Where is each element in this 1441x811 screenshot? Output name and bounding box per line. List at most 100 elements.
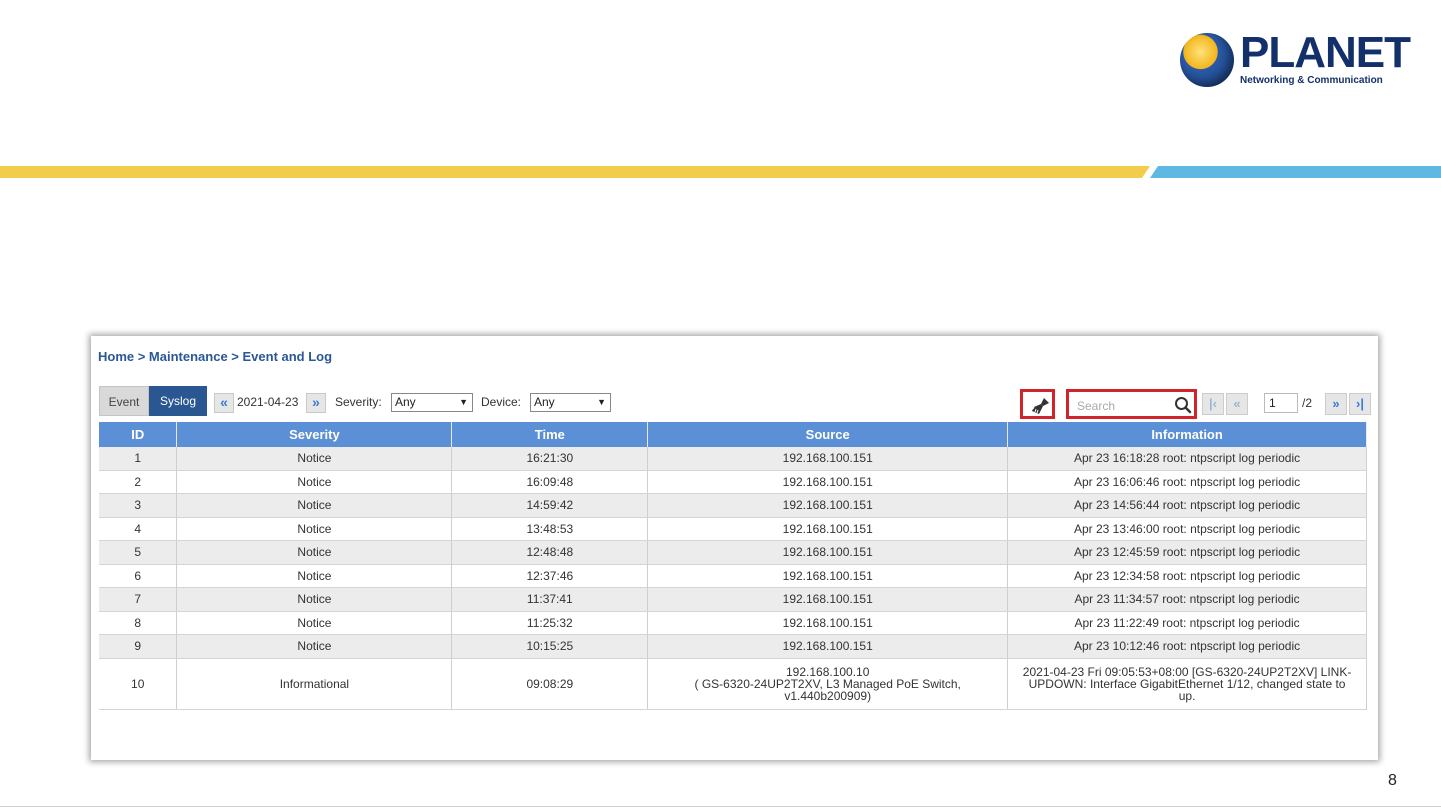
breadcrumb[interactable]: Home > Maintenance > Event and Log — [98, 349, 332, 364]
first-page-button[interactable]: |‹ — [1202, 393, 1224, 415]
cell-id: 4 — [99, 517, 178, 541]
device-select[interactable]: Any ▼ — [530, 393, 611, 412]
cell-time: 11:37:41 — [451, 587, 649, 612]
cell-information: Apr 23 11:22:49 root: ntpscript log peri… — [1007, 611, 1367, 635]
cell-id: 3 — [99, 493, 178, 518]
last-page-icon: ›| — [1356, 396, 1364, 411]
info-line: UPDOWN: Interface GigabitEthernet 1/12, … — [1028, 676, 1346, 691]
cell-information: Apr 23 11:34:57 root: ntpscript log peri… — [1007, 587, 1367, 612]
cell-time: 12:37:46 — [451, 564, 649, 588]
page-number-input[interactable]: 1 — [1264, 393, 1298, 413]
table-row[interactable]: 7 Notice 11:37:41 192.168.100.151 Apr 23… — [99, 587, 1367, 612]
event-log-panel: Home > Maintenance > Event and Log Event… — [91, 336, 1378, 760]
footer-divider — [0, 806, 1441, 807]
search-icon[interactable] — [1174, 396, 1192, 414]
prev-page-button[interactable]: « — [1226, 393, 1248, 415]
cell-id: 5 — [99, 540, 178, 565]
yellow-band — [0, 166, 1150, 178]
cell-id: 6 — [99, 564, 178, 588]
cell-severity: Notice — [176, 470, 453, 494]
cell-id: 1 — [99, 447, 178, 471]
last-page-button[interactable]: ›| — [1349, 393, 1371, 415]
table-header-row: ID Severity Time Source Information — [99, 422, 1367, 447]
blue-band — [1150, 166, 1441, 178]
cell-time: 16:21:30 — [451, 447, 649, 471]
cell-source: 192.168.100.151 — [647, 587, 1009, 612]
cell-severity: Notice — [176, 493, 453, 518]
cell-information: Apr 23 12:34:58 root: ntpscript log peri… — [1007, 564, 1367, 588]
cell-time: 14:59:42 — [451, 493, 649, 518]
cell-time: 09:08:29 — [451, 658, 649, 710]
table-row[interactable]: 4 Notice 13:48:53 192.168.100.151 Apr 23… — [99, 517, 1367, 541]
cell-source: 192.168.100.151 — [647, 611, 1009, 635]
cell-source: 192.168.100.151 — [647, 447, 1009, 471]
cell-source: 192.168.100.151 — [647, 564, 1009, 588]
planet-logo: PLANET Networking & Communication — [1180, 30, 1411, 90]
cell-source: 192.168.100.151 — [647, 493, 1009, 518]
table-row[interactable]: 5 Notice 12:48:48 192.168.100.151 Apr 23… — [99, 540, 1367, 565]
chevron-down-icon: ▼ — [459, 397, 468, 407]
cell-source: 192.168.100.151 — [647, 540, 1009, 565]
severity-select[interactable]: Any ▼ — [391, 393, 473, 412]
clean-log-button[interactable] — [1020, 389, 1055, 419]
column-header-time[interactable]: Time — [451, 422, 649, 447]
table-row[interactable]: 6 Notice 12:37:46 192.168.100.151 Apr 23… — [99, 564, 1367, 588]
cell-source: 192.168.100.151 — [647, 634, 1009, 659]
column-header-information[interactable]: Information — [1007, 422, 1367, 447]
table-row[interactable]: 9 Notice 10:15:25 192.168.100.151 Apr 23… — [99, 634, 1367, 659]
table-row[interactable]: 8 Notice 11:25:32 192.168.100.151 Apr 23… — [99, 611, 1367, 635]
cell-information: Apr 23 16:18:28 root: ntpscript log peri… — [1007, 447, 1367, 471]
tab-event[interactable]: Event — [99, 386, 149, 416]
cell-time: 11:25:32 — [451, 611, 649, 635]
cell-source: 192.168.100.151 — [647, 517, 1009, 541]
page-total: /2 — [1302, 396, 1313, 410]
brand-name: PLANET — [1240, 28, 1411, 77]
cell-severity: Notice — [176, 611, 453, 635]
cell-time: 12:48:48 — [451, 540, 649, 565]
slide-page-number: 8 — [1388, 772, 1397, 789]
cell-information: Apr 23 14:56:44 root: ntpscript log peri… — [1007, 493, 1367, 518]
log-toolbar: Event Syslog « 2021-04-23 » Severity: An… — [99, 386, 1371, 419]
next-date-button[interactable]: » — [306, 393, 326, 413]
tab-syslog[interactable]: Syslog — [149, 386, 207, 416]
column-header-id[interactable]: ID — [99, 422, 178, 447]
prev-date-button[interactable]: « — [214, 393, 234, 413]
severity-selected-value: Any — [395, 395, 416, 409]
source-line: v1.440b200909) — [784, 688, 872, 703]
table-row[interactable]: 3 Notice 14:59:42 192.168.100.151 Apr 23… — [99, 493, 1367, 518]
cell-severity: Notice — [176, 447, 453, 471]
table-row[interactable]: 1 Notice 16:21:30 192.168.100.151 Apr 23… — [99, 447, 1367, 471]
device-selected-value: Any — [534, 395, 555, 409]
next-page-button[interactable]: » — [1325, 393, 1347, 415]
cell-time: 13:48:53 — [451, 517, 649, 541]
cell-severity: Notice — [176, 564, 453, 588]
cell-severity: Notice — [176, 517, 453, 541]
double-chevron-left-icon: « — [1233, 396, 1241, 411]
cell-id: 7 — [99, 587, 178, 612]
cell-information: Apr 23 10:12:46 root: ntpscript log peri… — [1007, 634, 1367, 659]
cell-information: 2021-04-23 Fri 09:05:53+08:00 [GS-6320-2… — [1007, 658, 1367, 710]
column-header-source[interactable]: Source — [647, 422, 1009, 447]
cell-id: 8 — [99, 611, 178, 635]
source-line: 192.168.100.10 — [785, 664, 870, 679]
cell-severity: Notice — [176, 634, 453, 659]
cell-id: 2 — [99, 470, 178, 494]
cell-severity: Informational — [176, 658, 453, 710]
double-chevron-left-icon: « — [220, 394, 228, 410]
double-chevron-right-icon: » — [1332, 396, 1340, 411]
cell-severity: Notice — [176, 587, 453, 612]
table-row[interactable]: 10 Informational 09:08:29 192.168.100.10… — [99, 658, 1367, 710]
search-box — [1066, 389, 1197, 419]
current-date: 2021-04-23 — [237, 395, 299, 409]
chevron-down-icon: ▼ — [597, 397, 606, 407]
info-line: up. — [1178, 688, 1196, 703]
cell-information: Apr 23 13:46:00 root: ntpscript log peri… — [1007, 517, 1367, 541]
search-input[interactable] — [1074, 397, 1178, 415]
brand-tagline: Networking & Communication — [1240, 75, 1383, 86]
cell-id: 9 — [99, 634, 178, 659]
source-line: ( GS-6320-24UP2T2XV, L3 Managed PoE Swit… — [694, 676, 961, 691]
table-row[interactable]: 2 Notice 16:09:48 192.168.100.151 Apr 23… — [99, 470, 1367, 494]
broom-icon — [1032, 398, 1049, 414]
column-header-severity[interactable]: Severity — [176, 422, 453, 447]
cell-time: 10:15:25 — [451, 634, 649, 659]
